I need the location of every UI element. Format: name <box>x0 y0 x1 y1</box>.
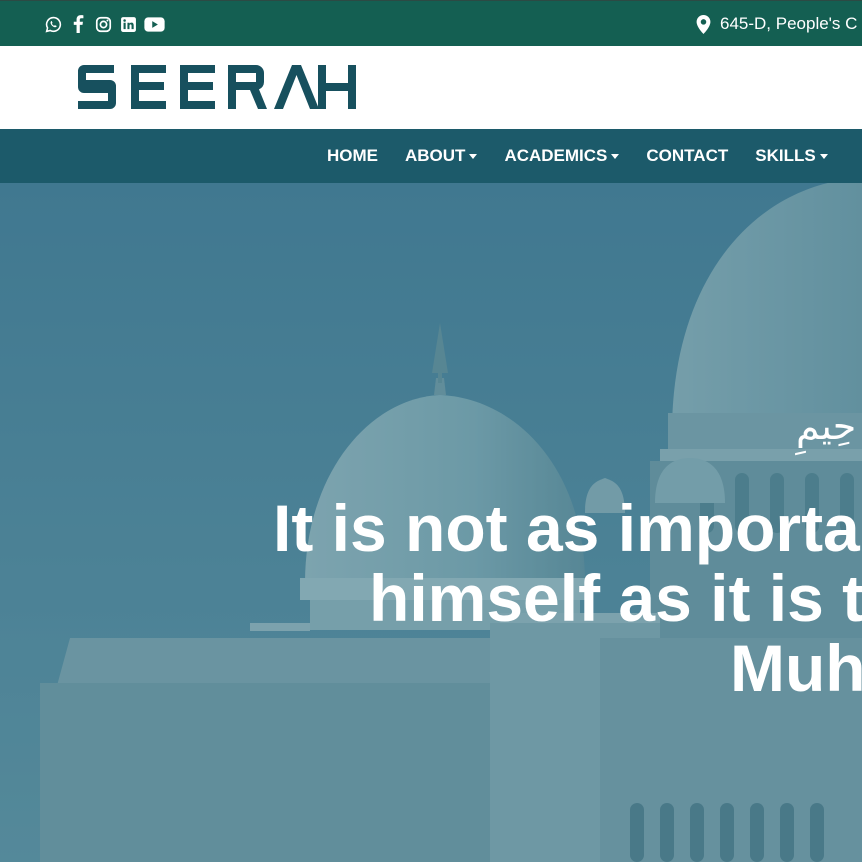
address-text: 645-D, People's C <box>720 14 858 33</box>
youtube-icon[interactable] <box>144 15 165 33</box>
nav-item-label: SKILLS <box>755 146 816 165</box>
caret-down-icon <box>611 154 620 159</box>
nav-menu: HOME ABOUT ACADEMICS CONTACT SKILLS <box>327 129 855 183</box>
hero-quote: It is not as importa himself as it is t … <box>272 493 862 703</box>
quote-line-3: Muh <box>730 631 862 705</box>
map-pin-icon <box>696 14 711 34</box>
arabic-calligraphy: حِیمِ <box>796 404 857 448</box>
caret-down-icon <box>469 154 478 159</box>
site-logo[interactable] <box>76 64 358 115</box>
linkedin-icon[interactable] <box>119 15 137 33</box>
whatsapp-icon[interactable] <box>44 15 62 33</box>
social-links <box>44 13 165 35</box>
quote-line-2: himself as it is t <box>369 561 862 635</box>
top-bar: 645-D, People's C <box>0 0 862 46</box>
nav-item-contact[interactable]: CONTACT <box>646 146 728 166</box>
hero-banner: حِیمِ It is not as importa himself as it… <box>0 183 862 862</box>
nav-item-about[interactable]: ABOUT <box>405 146 478 166</box>
instagram-icon[interactable] <box>94 15 112 33</box>
caret-down-icon <box>819 154 828 159</box>
facebook-icon[interactable] <box>69 15 87 33</box>
nav-item-label: CONTACT <box>646 146 729 165</box>
nav-item-label: HOME <box>327 146 378 165</box>
main-nav: HOME ABOUT ACADEMICS CONTACT SKILLS <box>0 129 862 183</box>
nav-item-label: ACADEMICS <box>504 146 608 165</box>
address: 645-D, People's C <box>696 12 857 36</box>
nav-item-academics[interactable]: ACADEMICS <box>504 146 620 166</box>
nav-item-skills[interactable]: SKILLS <box>755 146 828 166</box>
quote-line-1: It is not as importa <box>273 491 860 565</box>
nav-item-label: ABOUT <box>405 146 466 165</box>
nav-item-home[interactable]: HOME <box>327 146 378 166</box>
